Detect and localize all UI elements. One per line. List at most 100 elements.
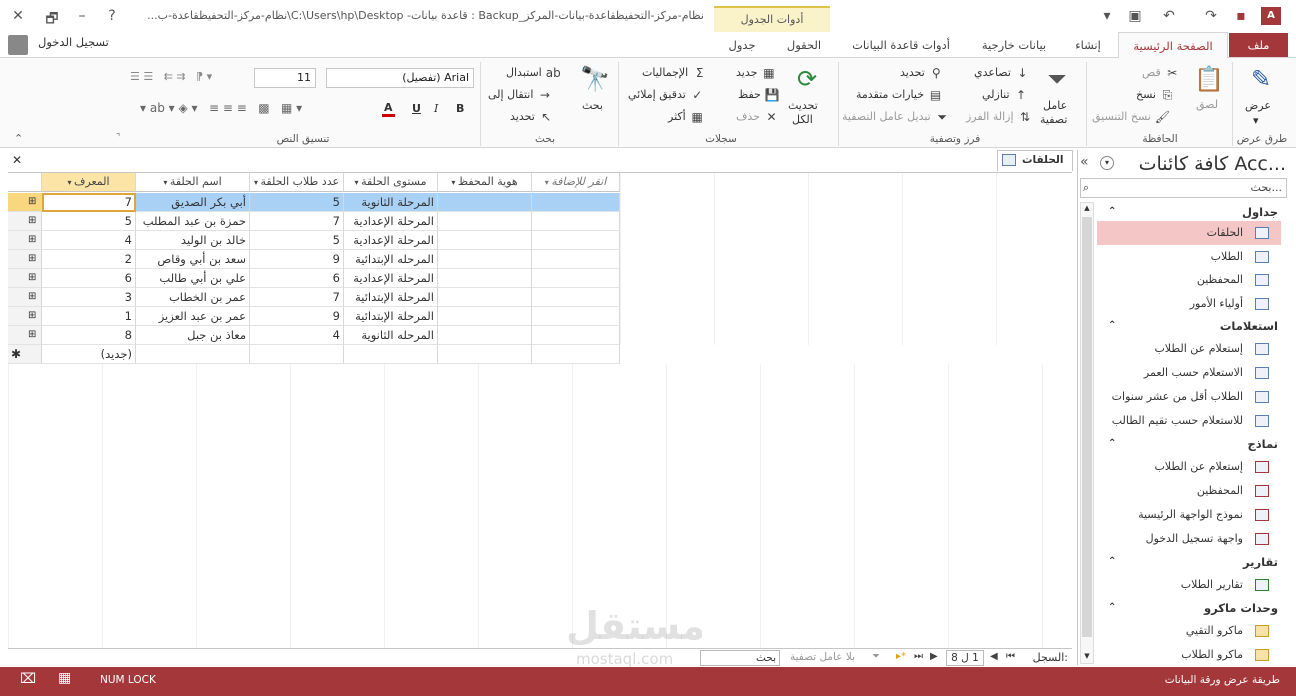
nav-menu-icon[interactable]: ▾ — [1100, 156, 1114, 170]
datasheet-view-icon[interactable]: ▦ — [58, 670, 71, 686]
collapse-ribbon-icon[interactable]: ⌃ — [14, 132, 23, 145]
customize-qat-icon[interactable]: ▾ — [1098, 8, 1116, 24]
new-record-button[interactable]: ▦ جديد — [736, 66, 777, 80]
table-cell[interactable]: المرحله الإبتدائية — [344, 250, 438, 269]
cut-button[interactable]: ✂ قص — [1142, 66, 1180, 80]
more-button[interactable]: ▦ أكثر — [668, 110, 705, 124]
table-cell[interactable]: 2 — [42, 250, 136, 269]
table-cell[interactable]: 4 — [250, 326, 344, 345]
remove-sort-button[interactable]: ⇅ إزالة الفرز — [966, 110, 1033, 124]
new-row-selector[interactable]: ✱ — [8, 345, 42, 364]
table-cell[interactable]: 9 — [250, 307, 344, 326]
record-search-input[interactable]: بحث — [700, 650, 780, 666]
scroll-thumb[interactable] — [1082, 217, 1092, 637]
table-cell[interactable]: المرحلة الإبتدائية — [344, 288, 438, 307]
nav-section-header[interactable]: ⌃ وحدات ماكرو — [1100, 597, 1280, 619]
table-cell[interactable]: 4 — [42, 231, 136, 250]
minimize-icon[interactable]: – — [72, 8, 92, 24]
table-cell[interactable] — [438, 326, 532, 345]
table-cell-add[interactable] — [532, 269, 620, 288]
table-cell[interactable]: المرحلة الإعدادية — [344, 269, 438, 288]
selection-button[interactable]: ⚲ تحديد — [900, 66, 944, 80]
font-name-select[interactable]: Arial (تفصيل) — [326, 68, 474, 88]
help-icon[interactable]: ? — [102, 8, 122, 24]
save-record-button[interactable]: 💾 حفظ — [738, 88, 780, 102]
new-record-cell[interactable]: (جديد) — [42, 345, 136, 364]
nav-item[interactable]: أولياء الأمور — [1097, 292, 1281, 316]
format-painter-button[interactable]: 🖌 نسخ التنسيق — [1092, 110, 1170, 124]
filter-label-2[interactable]: تصفية — [1040, 113, 1067, 126]
undo-icon[interactable]: ↶ — [1160, 8, 1178, 24]
table-cell[interactable]: حمزة بن عبد المطلب — [136, 212, 250, 231]
nav-item[interactable]: الطلاب — [1097, 245, 1281, 269]
table-cell-empty[interactable] — [532, 345, 620, 364]
nav-pane-title[interactable]: كافة كائنات Acc... — [1139, 153, 1286, 175]
restore-icon[interactable]: 🗗 — [42, 8, 62, 32]
table-cell[interactable]: 9 — [250, 250, 344, 269]
tab-create[interactable]: إنشاء — [1066, 32, 1110, 58]
dialog-launcher-icon[interactable]: ⌝ — [116, 133, 120, 143]
table-cell[interactable]: المرحلة الإعدادية — [344, 231, 438, 250]
expand-icon[interactable]: ⊞ — [28, 212, 36, 230]
table-cell[interactable]: سعد بن أبي وقاص — [136, 250, 250, 269]
table-cell[interactable]: 5 — [250, 231, 344, 250]
table-cell[interactable]: 6 — [42, 269, 136, 288]
table-cell[interactable]: 8 — [42, 326, 136, 345]
expand-icon[interactable]: ⊞ — [28, 307, 36, 325]
table-cell[interactable]: 1 — [42, 307, 136, 326]
table-cell-add[interactable] — [532, 212, 620, 231]
scroll-down-icon[interactable]: ▼ — [1082, 652, 1092, 662]
first-record-icon[interactable]: ⏮ — [1006, 651, 1015, 662]
table-cell-empty[interactable] — [136, 345, 250, 364]
view-switch-icon[interactable]: ▣ — [1126, 8, 1144, 24]
italic-button[interactable]: I — [434, 102, 438, 115]
expand-icon[interactable]: ⊞ — [28, 288, 36, 306]
tab-fields[interactable]: الحقول — [778, 32, 830, 58]
view-button-label[interactable]: عرض — [1245, 99, 1271, 112]
prev-record-icon[interactable]: ◀ — [990, 651, 998, 662]
collapse-icon[interactable]: ⌃ — [1108, 315, 1116, 337]
column-header[interactable]: مستوى الحلقة ▾ — [344, 173, 438, 192]
scroll-up-icon[interactable]: ▲ — [1082, 204, 1092, 214]
table-cell[interactable]: المرحله الثانوية — [344, 326, 438, 345]
row-selector[interactable]: ⊞ — [8, 269, 42, 288]
design-view-icon[interactable]: ⌧ — [20, 671, 36, 687]
close-icon[interactable]: ✕ — [8, 8, 28, 24]
table-cell[interactable] — [438, 307, 532, 326]
tab-database-tools[interactable]: أدوات قاعدة البيانات — [842, 32, 960, 58]
table-cell[interactable]: 5 — [250, 193, 344, 212]
nav-item[interactable]: الحلقات — [1097, 221, 1281, 245]
table-cell[interactable] — [438, 288, 532, 307]
find-icon[interactable]: 🔭 — [578, 62, 612, 96]
nav-item[interactable]: ماكرو الطلاب — [1097, 643, 1281, 667]
row-selector[interactable]: ⊞ — [8, 307, 42, 326]
filter-label[interactable]: عامل — [1043, 99, 1067, 112]
table-cell-empty[interactable] — [250, 345, 344, 364]
alignment-tools[interactable]: ▾ ▦ ▩ ≡ ≡ ≡ ▾ ◈ ▾ ab ▾ — [140, 101, 302, 115]
table-cell[interactable]: أبي بكر الصديق — [136, 193, 250, 212]
table-cell[interactable]: المرحلة الثانوية — [344, 193, 438, 212]
delete-record-button[interactable]: ✕ حذف — [736, 110, 779, 124]
collapse-icon[interactable]: ⌃ — [1108, 201, 1116, 223]
column-header[interactable]: عدد طلاب الحلقة ▾ — [250, 173, 344, 192]
tab-external-data[interactable]: بيانات خارجية — [970, 32, 1058, 58]
table-cell[interactable] — [438, 212, 532, 231]
record-position-input[interactable]: 1 ل 8 — [946, 650, 984, 666]
paste-button-label[interactable]: لصق — [1196, 98, 1218, 111]
filter-icon[interactable]: ⏷ — [1040, 62, 1074, 96]
table-cell[interactable]: خالد بن الوليد — [136, 231, 250, 250]
nav-scrollbar[interactable]: ▲ ▼ — [1080, 202, 1094, 664]
nav-item[interactable]: إستعلام عن الطلاب — [1097, 455, 1281, 479]
nav-search-box[interactable]: ⌕ بحث... — [1080, 178, 1287, 198]
last-record-icon[interactable]: ⏭ — [914, 651, 923, 662]
expand-icon[interactable]: ⊞ — [28, 231, 36, 249]
tab-table[interactable]: جدول — [716, 32, 768, 58]
table-cell[interactable]: عمر بن الخطاب — [136, 288, 250, 307]
table-cell-add[interactable] — [532, 288, 620, 307]
nav-item[interactable]: ماكرو التقيي — [1097, 619, 1281, 643]
refresh-label[interactable]: تحديث — [788, 99, 818, 112]
collapse-icon[interactable]: ⌃ — [1108, 433, 1116, 455]
table-cell[interactable]: المرحلة الإبتدائية — [344, 307, 438, 326]
nav-section-header[interactable]: ⌃ نماذج — [1100, 433, 1280, 455]
replace-button[interactable]: ab استبدال — [506, 66, 561, 80]
